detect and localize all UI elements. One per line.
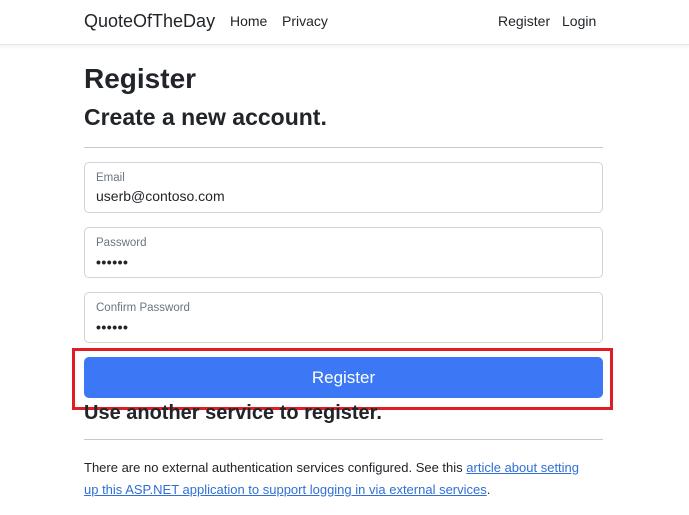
page-title: Register [84,63,197,94]
nav-home-link[interactable]: Home [230,13,267,29]
external-info-text: There are no external authentication ser… [84,457,594,501]
email-label: Email [96,172,125,184]
external-login-heading: Use another service to register. [84,402,382,424]
external-info-prefix: There are no external authentication ser… [84,460,467,475]
divider [84,439,603,440]
top-navbar: QuoteOfTheDay Home Privacy Register Logi… [0,0,689,45]
page-subtitle: Create a new account. [84,104,327,130]
nav-privacy-link[interactable]: Privacy [282,13,328,29]
password-field[interactable]: Password •••••• [84,227,603,278]
nav-login-link[interactable]: Login [562,13,596,29]
confirm-password-label: Confirm Password [96,302,190,314]
confirm-password-value: •••••• [96,319,129,335]
nav-register-link[interactable]: Register [498,13,550,29]
email-field[interactable]: Email userb@contoso.com [84,162,603,213]
divider [84,147,603,148]
password-value: •••••• [96,254,129,270]
email-value: userb@contoso.com [96,188,225,204]
brand-link[interactable]: QuoteOfTheDay [84,11,215,32]
password-label: Password [96,237,147,249]
register-button[interactable]: Register [84,357,603,398]
confirm-password-field[interactable]: Confirm Password •••••• [84,292,603,343]
external-info-suffix: . [486,482,491,497]
